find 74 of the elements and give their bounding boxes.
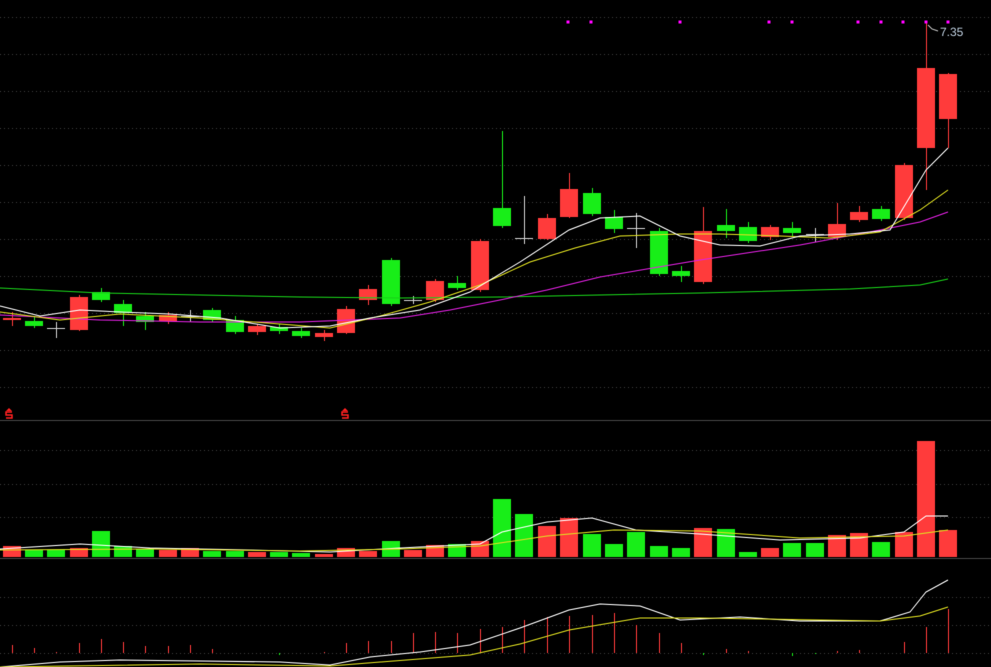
candlestick	[270, 324, 288, 334]
candlestick	[359, 284, 377, 306]
volume-bar	[292, 553, 310, 557]
candlestick	[404, 296, 422, 304]
volume-bar	[92, 531, 110, 557]
leader-line	[928, 24, 938, 32]
candlestick	[650, 228, 668, 276]
candlestick	[761, 224, 779, 240]
candlestick	[605, 210, 623, 234]
candlestick	[717, 208, 735, 238]
candlestick	[136, 312, 154, 330]
signal-icon	[341, 408, 349, 419]
volume-bar	[939, 530, 957, 557]
volume-bar	[47, 550, 65, 557]
candlestick	[448, 276, 466, 290]
candlestick	[292, 328, 310, 338]
volume-bar	[404, 550, 422, 557]
volume-bar	[605, 544, 623, 557]
volume-bar	[694, 528, 712, 557]
volume-bar	[359, 551, 377, 557]
signal-icon	[5, 408, 13, 419]
candlestick	[583, 188, 601, 216]
candlestick	[515, 196, 533, 244]
candlestick	[70, 294, 88, 332]
volume-bar	[828, 535, 846, 557]
candlestick	[382, 258, 400, 306]
volume-bar	[159, 550, 177, 557]
candlestick	[538, 214, 556, 240]
volume-bar	[739, 552, 757, 557]
volume-bar	[783, 543, 801, 557]
candlestick	[783, 222, 801, 236]
volume-bar	[650, 546, 668, 557]
volume-bar	[583, 534, 601, 557]
volume-bar	[627, 532, 645, 557]
candlestick	[739, 222, 757, 244]
volume-bar	[560, 518, 578, 557]
volume-bar	[872, 542, 890, 557]
candlestick	[181, 310, 199, 322]
candlestick	[315, 330, 333, 342]
candlestick	[92, 288, 110, 302]
volume-bar	[672, 548, 690, 557]
candlestick	[3, 312, 21, 326]
candlestick	[25, 316, 43, 328]
volume-bar	[25, 550, 43, 557]
candlestick	[159, 312, 177, 324]
high-price-label: 7.35	[940, 25, 964, 39]
candlestick	[850, 206, 868, 222]
volume-bar	[515, 514, 533, 557]
volume-bar	[717, 529, 735, 557]
volume-bar	[203, 551, 221, 557]
candlestick	[226, 316, 244, 334]
candlestick	[47, 322, 65, 338]
candlestick	[672, 266, 690, 282]
candlestick	[560, 172, 578, 218]
volume-bar	[226, 551, 244, 557]
candlestick	[471, 238, 489, 292]
volume-bar	[806, 543, 824, 557]
volume-bar	[895, 532, 913, 557]
volume-bar	[538, 526, 556, 557]
candlestick	[828, 202, 846, 240]
volume-bar	[850, 533, 868, 557]
candlestick	[806, 228, 824, 242]
volume-bar	[248, 552, 266, 557]
volume-bar	[493, 499, 511, 557]
candlestick	[114, 300, 132, 326]
volume-bar	[315, 554, 333, 557]
volume-bar	[761, 548, 779, 557]
candlestick	[426, 278, 444, 302]
candlestick	[895, 162, 913, 220]
candlestick	[203, 308, 221, 322]
volume-bar	[270, 552, 288, 557]
candlestick	[627, 212, 645, 248]
candlestick	[872, 206, 890, 222]
candlestick	[248, 324, 266, 336]
